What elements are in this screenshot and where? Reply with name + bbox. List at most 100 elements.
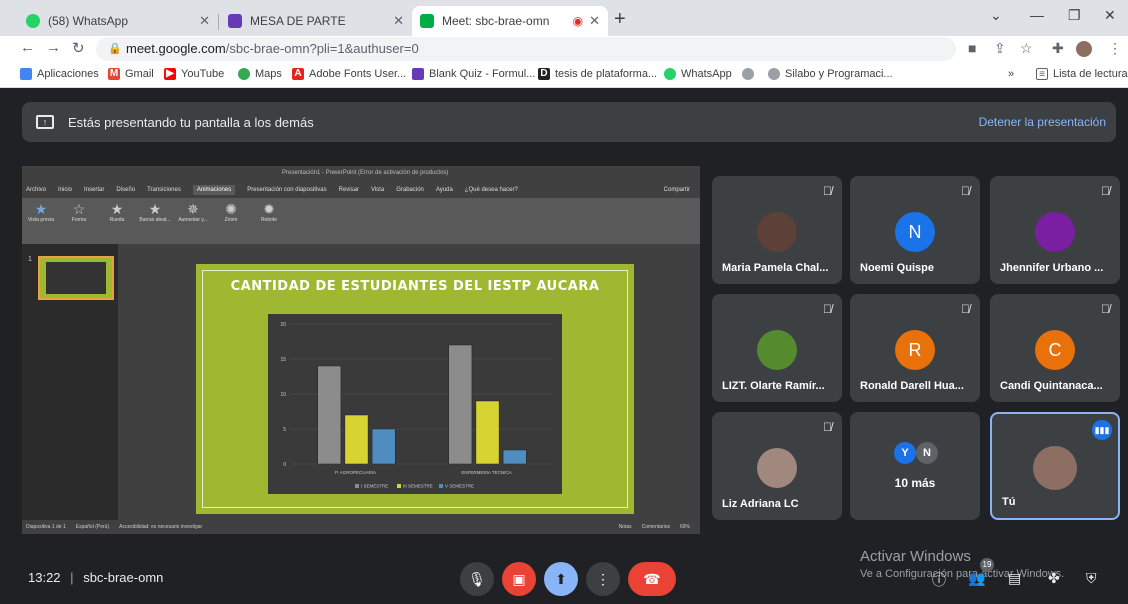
bar (317, 365, 342, 465)
comments-button[interactable]: Comentarios (642, 524, 670, 530)
effect-button[interactable]: ☆ Forma (62, 201, 96, 223)
ppt-tab[interactable]: Grabación (396, 187, 424, 193)
minimize-button[interactable]: — (1030, 7, 1044, 23)
participant-tile[interactable]: 🎙̸ R Ronald Darell Hua... (850, 294, 980, 402)
ppt-tab[interactable]: Archivo (26, 187, 46, 193)
ppt-tab[interactable]: Transiciones (147, 187, 181, 193)
preview-button[interactable]: ★ Vista previa (24, 201, 58, 223)
slide-thumbnail[interactable] (38, 256, 114, 300)
participant-tile[interactable]: 🎙̸ LIZT. Olarte Ramír... (712, 294, 842, 402)
close-window-button[interactable]: ✕ (1104, 7, 1116, 24)
share-icon[interactable]: ⇪ (994, 40, 1006, 57)
host-controls-icon[interactable]: ⛨ (1086, 570, 1097, 587)
bookmark-gmail[interactable]: M Gmail (108, 68, 154, 80)
ppt-tab[interactable]: Revisar (339, 187, 359, 193)
bookmark-youtube[interactable]: ▶ YouTube (164, 68, 224, 80)
ppt-tab-active[interactable]: Animaciones (192, 185, 236, 195)
ppt-tab[interactable]: Presentación con diapositivas (247, 187, 326, 193)
notes-button[interactable]: Notas (619, 524, 632, 530)
mic-icon: 🎙 (468, 570, 486, 587)
lock-icon: 🔒 (108, 43, 122, 55)
mic-off-icon: 🎙̸ (823, 184, 832, 198)
mic-off-icon: 🎙̸ (823, 420, 832, 434)
browser-tab-strip: (58) WhatsApp ✕ MESA DE PARTE ✕ Meet: sb… (0, 0, 1128, 36)
more-options-button[interactable]: ⋮ (586, 562, 620, 596)
camera-button[interactable]: ▣ (502, 562, 536, 596)
effect-button[interactable]: ✺ Zoom (214, 201, 248, 223)
zoom-level[interactable]: 69% (680, 524, 690, 530)
avatar: R (895, 330, 935, 370)
new-tab-button[interactable]: + (614, 8, 626, 31)
tab-mesa-de-parte[interactable]: MESA DE PARTE ✕ (220, 6, 412, 36)
tab-whatsapp[interactable]: (58) WhatsApp ✕ (18, 6, 218, 36)
back-button[interactable]: ← (20, 39, 35, 56)
tab-title: Meet: sbc-brae-omn (442, 14, 550, 28)
ppt-ribbon-tabs: Archivo Inicio Insertar Diseño Transicio… (22, 182, 700, 198)
bookmark-whatsapp[interactable]: WhatsApp (664, 68, 732, 80)
chevron-down-icon[interactable]: ⌄ (990, 7, 1002, 24)
participant-tile[interactable]: 🎙̸ Liz Adriana LC (712, 412, 842, 520)
star-icon[interactable]: ☆ (1020, 40, 1033, 57)
extensions-icon[interactable]: ✚ (1052, 40, 1064, 57)
effect-button[interactable]: ★ Rueda (100, 201, 134, 223)
ppt-tab[interactable]: Diseño (116, 187, 135, 193)
stop-presenting-button[interactable]: Detener la presentación (979, 115, 1106, 129)
participant-tile[interactable]: 🎙̸ Jhennifer Urbano ... (990, 176, 1120, 284)
meeting-clock: 13:22 | sbc-brae-omn (28, 570, 163, 585)
self-tile[interactable]: ▮▮▮ Tú (990, 412, 1120, 520)
bookmark-label: Blank Quiz - Formul... (429, 68, 536, 80)
reload-button[interactable]: ↻ (72, 39, 85, 57)
camera-icon[interactable]: ■ (968, 40, 976, 56)
close-icon[interactable]: ✕ (589, 13, 600, 29)
youtube-icon: ▶ (164, 68, 176, 80)
ppt-tab[interactable]: Ayuda (436, 187, 453, 193)
reading-list[interactable]: ≡ Lista de lectura (1036, 68, 1128, 80)
mic-off-icon: 🎙̸ (1101, 302, 1110, 316)
avatar (1035, 212, 1075, 252)
info-icon[interactable]: ⓘ (932, 570, 946, 590)
bookmarks-overflow[interactable]: » (1008, 68, 1014, 80)
present-button[interactable]: ⬆ (544, 562, 578, 596)
bookmark-tesis[interactable]: Dtesis de plataforma... (538, 68, 657, 80)
people-icon[interactable]: 👥 (968, 570, 985, 587)
avatar[interactable] (1076, 41, 1092, 57)
bookmark-maps[interactable]: Maps (238, 68, 282, 80)
ppt-tab[interactable]: ¿Qué desea hacer? (465, 187, 518, 193)
avatar (1033, 446, 1077, 490)
bookmark-blank-quiz[interactable]: Blank Quiz - Formul... (412, 68, 535, 80)
close-icon[interactable]: ✕ (393, 13, 404, 29)
restore-button[interactable]: ❐ (1068, 7, 1081, 24)
more-participants-tile[interactable]: Y N 10 más (850, 412, 980, 520)
ppt-tab[interactable]: Vista (371, 187, 384, 193)
tab-meet[interactable]: Meet: sbc-brae-omn ◉ ✕ (412, 6, 608, 36)
people-count-badge: 19 (980, 558, 994, 572)
forms-icon (412, 68, 424, 80)
activation-watermark-sub: Ve a Configuración para activar Windows. (860, 568, 1065, 580)
ppt-tab[interactable]: Insertar (84, 187, 104, 193)
close-icon[interactable]: ✕ (199, 13, 210, 29)
avatar (757, 448, 797, 488)
globe-icon[interactable] (742, 68, 759, 80)
leave-call-button[interactable]: ☎ (628, 562, 676, 596)
participant-tile[interactable]: 🎙̸ C Candi Quintanaca... (990, 294, 1120, 402)
effect-button[interactable]: ★ Barras aleat... (138, 201, 172, 223)
participant-name: Noemi Quispe (860, 262, 934, 274)
effect-button[interactable]: ✹ Rebote (252, 201, 286, 223)
effect-button[interactable]: ✵ Aumentar y... (176, 201, 210, 223)
participant-tile[interactable]: 🎙̸ Maria Pamela Chal... (712, 176, 842, 284)
browser-toolbar: ← → ↻ 🔒 meet.google.com/sbc-brae-omn?pli… (0, 36, 1128, 62)
bookmark-silabo[interactable]: Silabo y Programaci... (768, 68, 893, 80)
mic-button[interactable]: 🎙 (460, 562, 494, 596)
chat-icon[interactable]: ▤ (1008, 570, 1021, 587)
bookmark-adobe-fonts[interactable]: A Adobe Fonts User... (292, 68, 406, 80)
activities-icon[interactable]: ✤ (1048, 570, 1060, 587)
ppt-share[interactable]: Compartir (664, 187, 690, 193)
address-bar[interactable]: 🔒 meet.google.com/sbc-brae-omn?pli=1&aut… (96, 37, 956, 61)
status-accessibility[interactable]: Accesibilidad: es necesario investigar (119, 524, 202, 530)
bookmark-apps[interactable]: Aplicaciones (20, 68, 99, 80)
forward-button[interactable]: → (46, 39, 61, 56)
menu-icon[interactable]: ⋮ (1108, 40, 1122, 57)
participant-tile[interactable]: 🎙̸ N Noemi Quispe (850, 176, 980, 284)
ppt-tab[interactable]: Inicio (58, 187, 72, 193)
participant-name: Tú (1002, 496, 1016, 508)
